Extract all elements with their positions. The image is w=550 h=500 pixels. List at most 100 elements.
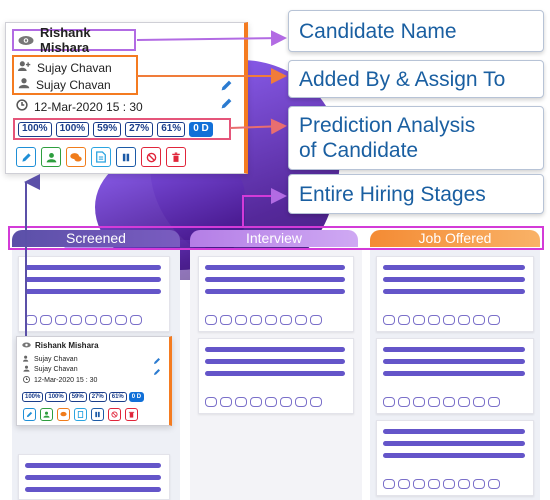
eye-icon[interactable] — [22, 341, 31, 350]
placeholder-line — [25, 265, 161, 270]
placeholder-badge — [473, 397, 485, 407]
added-by-row: Sujay Chavan — [23, 355, 78, 364]
prediction-badge: 100% — [55, 121, 90, 137]
pencil-icon[interactable] — [153, 357, 161, 367]
placeholder-line — [383, 441, 525, 446]
candidate-card[interactable]: Rishank Mishara Sujay Chavan Sujay Chava… — [5, 22, 248, 174]
placeholder-badge — [443, 397, 455, 407]
placeholder-line — [205, 371, 345, 376]
placeholder-badge — [265, 397, 277, 407]
placeholder-line — [205, 359, 345, 364]
placeholder-badge — [85, 315, 97, 325]
candidate-card-placeholder[interactable] — [198, 256, 354, 332]
block-button[interactable] — [141, 147, 161, 167]
placeholder-badge — [310, 397, 322, 407]
placeholder-badge — [383, 479, 395, 489]
stage-column-interview — [190, 250, 362, 500]
candidate-card-placeholder[interactable] — [18, 454, 170, 500]
placeholder-badge — [398, 397, 410, 407]
placeholder-badge — [458, 397, 470, 407]
prediction-badge: 61% — [157, 121, 186, 137]
prediction-badge: 100% — [18, 121, 52, 137]
pause-button[interactable] — [116, 147, 136, 167]
candidate-card-placeholder[interactable] — [198, 338, 354, 414]
callout-text: Entire Hiring Stages — [299, 182, 486, 206]
trash-button[interactable] — [166, 147, 186, 167]
candidate-card-placeholder[interactable] — [18, 256, 170, 332]
pencil-icon[interactable] — [220, 97, 233, 115]
trash-button[interactable] — [125, 408, 138, 421]
edit-button[interactable] — [16, 147, 36, 167]
assigned-to-name: Sujay Chavan — [36, 77, 111, 92]
added-by-row: Sujay Chavan — [18, 59, 132, 76]
callout-added-assign: Added By & Assign To — [288, 60, 544, 98]
placeholder-badges — [205, 315, 322, 325]
stages-highlight-frame — [8, 226, 544, 250]
prediction-badge: 61% — [108, 392, 127, 402]
callout-hiring-stages: Entire Hiring Stages — [288, 174, 544, 214]
candidate-card-placeholder[interactable] — [376, 256, 534, 332]
date-row: 12-Mar-2020 15 : 30 — [16, 99, 143, 114]
date-time: 12-Mar-2020 15 : 30 — [34, 377, 98, 384]
action-toolbar — [16, 147, 186, 167]
placeholder-badge — [488, 397, 500, 407]
placeholder-badge — [25, 315, 37, 325]
user-plus-icon — [23, 355, 30, 364]
placeholder-badge — [40, 315, 52, 325]
user-button[interactable] — [41, 147, 61, 167]
days-badge: 0 D — [189, 121, 213, 137]
placeholder-line — [205, 289, 345, 294]
prediction-analysis: 100% 100% 59% 27% 61% 0 D — [13, 118, 231, 140]
placeholder-line — [205, 265, 345, 270]
placeholder-line — [25, 487, 161, 492]
prediction-badge: 27% — [88, 392, 107, 402]
candidate-name[interactable]: Rishank Mishara — [35, 341, 99, 350]
placeholder-badge — [220, 315, 232, 325]
document-button[interactable] — [74, 408, 87, 421]
placeholder-badge — [383, 315, 395, 325]
placeholder-badge — [443, 479, 455, 489]
placeholder-badge — [280, 315, 292, 325]
candidate-name[interactable]: Rishank Mishara — [40, 25, 134, 55]
user-icon — [23, 365, 30, 374]
placeholder-badge — [310, 315, 322, 325]
placeholder-line — [25, 289, 161, 294]
candidate-card-placeholder[interactable] — [376, 338, 534, 414]
pencil-icon[interactable] — [153, 368, 161, 378]
clock-icon — [23, 376, 30, 385]
added-by-name: Sujay Chavan — [34, 356, 78, 363]
candidate-card-mini[interactable]: Rishank Mishara Sujay Chavan Sujay Chava… — [16, 336, 172, 426]
placeholder-badge — [70, 315, 82, 325]
chat-button[interactable] — [57, 408, 70, 421]
callout-text: Candidate Name — [299, 19, 457, 43]
stage-column-job-offered — [370, 250, 540, 500]
placeholder-badge — [473, 315, 485, 325]
placeholder-badge — [220, 397, 232, 407]
placeholder-badges — [205, 397, 322, 407]
pause-button[interactable] — [91, 408, 104, 421]
placeholder-badge — [488, 315, 500, 325]
assigned-to-name: Sujay Chavan — [34, 366, 78, 373]
eye-icon[interactable] — [18, 35, 34, 46]
placeholder-badge — [383, 397, 395, 407]
placeholder-badge — [295, 397, 307, 407]
placeholder-badge — [398, 315, 410, 325]
block-button[interactable] — [108, 408, 121, 421]
user-button[interactable] — [40, 408, 53, 421]
document-button[interactable] — [91, 147, 111, 167]
edit-button[interactable] — [23, 408, 36, 421]
placeholder-badge — [115, 315, 127, 325]
placeholder-badge — [55, 315, 67, 325]
chat-button[interactable] — [66, 147, 86, 167]
placeholder-badge — [413, 397, 425, 407]
placeholder-line — [25, 475, 161, 480]
added-by-name: Sujay Chavan — [37, 60, 112, 75]
date-row: 12-Mar-2020 15 : 30 — [23, 376, 97, 385]
assigned-to-row: Sujay Chavan — [18, 76, 132, 93]
prediction-badge: 100% — [22, 392, 44, 402]
days-badge: 0 D — [128, 392, 145, 402]
candidate-card-placeholder[interactable] — [376, 420, 534, 496]
placeholder-badges — [383, 397, 500, 407]
placeholder-badge — [488, 479, 500, 489]
pencil-icon[interactable] — [220, 79, 233, 97]
